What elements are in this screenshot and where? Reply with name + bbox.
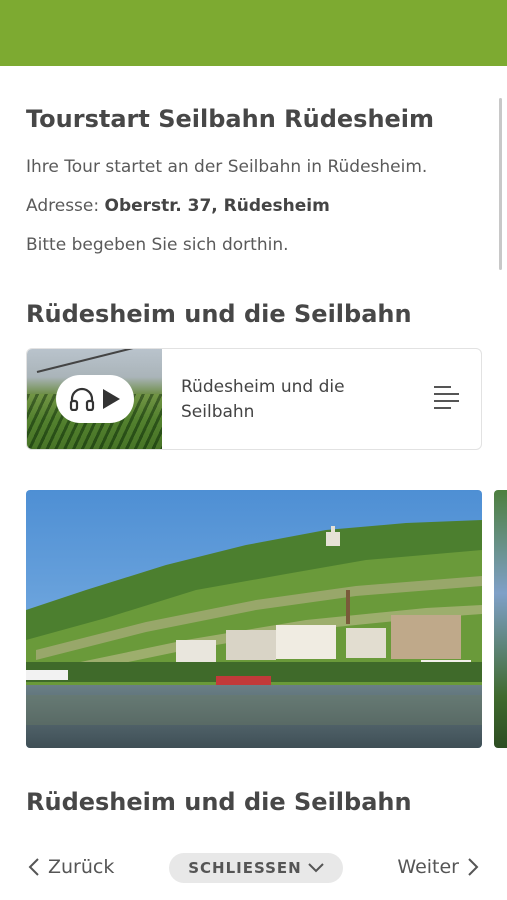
tourstart-title: Tourstart Seilbahn Rüdesheim: [26, 105, 435, 133]
address-label: Adresse:: [26, 196, 100, 216]
close-button[interactable]: SCHLIESSEN: [169, 853, 343, 883]
back-button[interactable]: Zurück: [28, 856, 114, 878]
scrollbar-thumb[interactable]: [499, 98, 502, 270]
section-title-1: Rüdesheim und die Seilbahn: [26, 300, 412, 328]
tourstart-address: Adresse: Oberstr. 37, Rüdesheim: [26, 196, 330, 216]
content-scroll-area[interactable]: [0, 66, 507, 900]
chevron-down-icon: [308, 863, 324, 873]
back-button-label: Zurück: [48, 856, 115, 878]
tourstart-instruction: Bitte begeben Sie sich dorthin.: [26, 235, 289, 255]
app-header-bar: [0, 0, 507, 66]
headphones-icon: [69, 387, 95, 411]
address-value: Oberstr. 37, Rüdesheim: [104, 196, 330, 216]
section-title-2: Rüdesheim und die Seilbahn: [26, 788, 412, 816]
bottom-navigation-bar: Zurück SCHLIESSEN Weiter: [0, 840, 507, 900]
audio-thumbnail-image: [27, 349, 162, 449]
next-button[interactable]: Weiter: [397, 856, 479, 878]
photo-ruedesheim[interactable]: [26, 490, 482, 748]
next-button-label: Weiter: [397, 856, 459, 878]
photo-ruedesheim-illustration: [26, 490, 482, 748]
audio-play-button[interactable]: [56, 375, 134, 423]
chevron-left-icon: [28, 858, 39, 876]
tourstart-intro: Ihre Tour startet an der Seilbahn in Rüd…: [26, 157, 428, 177]
play-icon: [103, 389, 120, 409]
close-button-label: SCHLIESSEN: [188, 859, 302, 877]
photo-next-preview[interactable]: [494, 490, 507, 748]
chevron-right-icon: [468, 858, 479, 876]
audio-title: Rüdesheim und die Seilbahn: [181, 377, 345, 422]
list-icon[interactable]: [433, 385, 461, 411]
audio-card[interactable]: Rüdesheim und die Seilbahn: [26, 348, 482, 450]
